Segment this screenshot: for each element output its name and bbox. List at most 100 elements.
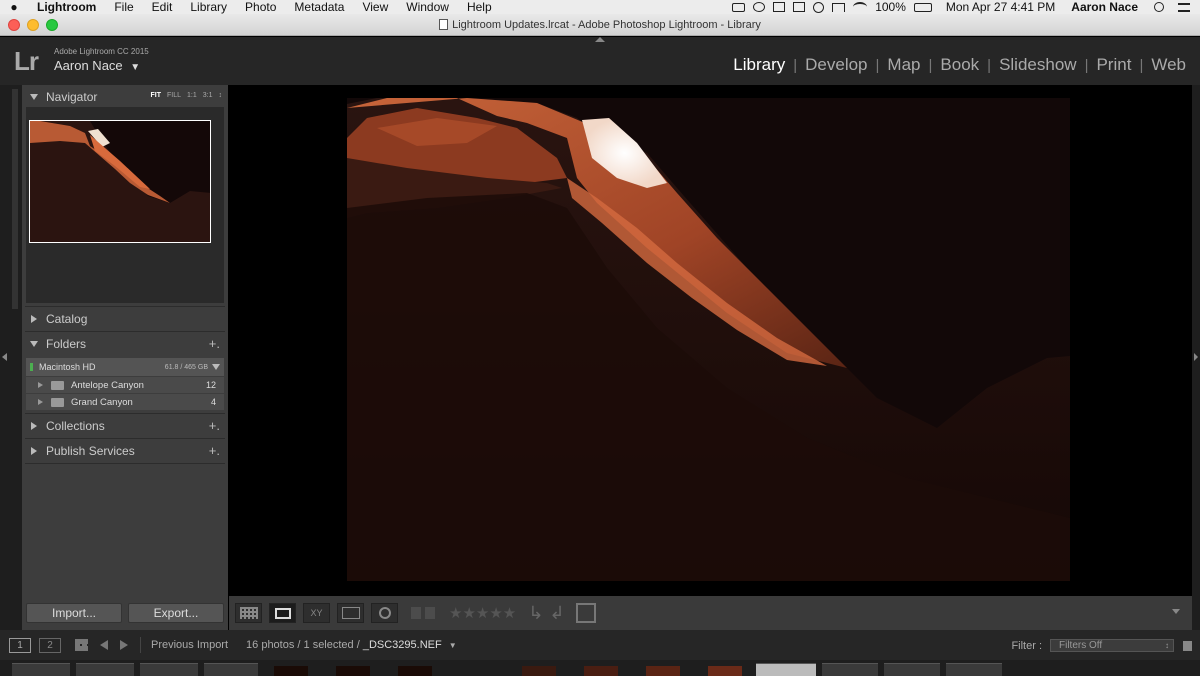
collapse-triangle-icon[interactable] — [31, 422, 37, 430]
folder-grand-canyon[interactable]: Grand Canyon 4 — [26, 393, 224, 410]
filmstrip-cell[interactable] — [884, 663, 940, 676]
left-panel-scrollbar[interactable] — [12, 89, 18, 309]
wifi-icon[interactable] — [853, 2, 868, 12]
filmstrip-thumbnail[interactable] — [584, 666, 618, 676]
collapse-triangle-icon[interactable] — [31, 315, 37, 323]
menu-file[interactable]: File — [105, 0, 142, 14]
menu-photo[interactable]: Photo — [236, 0, 285, 14]
folder-antelope-canyon[interactable]: Antelope Canyon 12 — [26, 376, 224, 393]
navigator-header[interactable]: Navigator FIT FILL 1:1 3:1 ↕ — [22, 85, 228, 109]
add-collection-icon[interactable]: +. — [209, 418, 220, 433]
back-arrow-icon[interactable] — [100, 640, 108, 650]
zoom-fit[interactable]: FIT — [151, 92, 162, 99]
reject-flag-icon[interactable] — [425, 607, 435, 619]
dropbox-icon[interactable] — [773, 2, 786, 12]
spotlight-search-icon[interactable] — [1154, 2, 1164, 12]
chevron-down-icon[interactable]: ▼ — [130, 62, 140, 73]
identity-plate-user[interactable]: Aaron Nace ▼ — [54, 58, 140, 73]
module-slideshow[interactable]: Slideshow — [991, 55, 1085, 75]
battery-icon[interactable] — [913, 2, 932, 12]
filmstrip-cell[interactable] — [140, 663, 198, 676]
expand-triangle-icon[interactable] — [30, 94, 38, 100]
rotate-left-icon[interactable]: ↳ — [528, 603, 543, 624]
screen-icon[interactable] — [793, 2, 806, 12]
module-develop[interactable]: Develop — [797, 55, 875, 75]
filmstrip-cell[interactable] — [204, 663, 258, 676]
zoom-fill[interactable]: FILL — [167, 92, 181, 99]
collections-header[interactable]: Collections +. — [22, 414, 228, 438]
grid-icon[interactable] — [75, 639, 88, 651]
filmstrip-status[interactable]: 16 photos / 1 selected / _DSC3295.NEF ▼ — [246, 639, 457, 651]
filmstrip-cell[interactable] — [12, 663, 70, 676]
main-photo[interactable] — [347, 98, 1070, 581]
module-book[interactable]: Book — [932, 55, 987, 75]
menubar-user[interactable]: Aaron Nace — [1071, 0, 1138, 14]
grid-view-button[interactable] — [235, 603, 262, 623]
menubar-clock[interactable]: Mon Apr 27 4:41 PM — [946, 0, 1055, 14]
filter-select[interactable]: Filters Off ↕ — [1050, 639, 1174, 652]
module-map[interactable]: Map — [879, 55, 928, 75]
chevron-down-icon[interactable] — [212, 364, 220, 370]
filmstrip-thumbnail[interactable] — [708, 666, 742, 676]
notification-center-icon[interactable] — [1178, 2, 1190, 12]
menu-library[interactable]: Library — [181, 0, 236, 14]
add-publish-service-icon[interactable]: +. — [209, 443, 220, 458]
close-window-button[interactable] — [8, 19, 20, 31]
filmstrip-source[interactable]: Previous Import — [151, 639, 228, 651]
zoom-stepper-icon[interactable]: ↕ — [219, 92, 223, 99]
folders-header[interactable]: Folders +. — [22, 332, 228, 356]
loupe-view-button[interactable] — [269, 603, 296, 623]
chevron-down-icon[interactable]: ▼ — [449, 641, 457, 650]
compare-view-button[interactable]: XY — [303, 603, 330, 623]
menu-help[interactable]: Help — [458, 0, 501, 14]
navigator-preview-image[interactable] — [29, 120, 211, 243]
filmstrip-thumbnail[interactable] — [522, 666, 556, 676]
filmstrip-thumbnail[interactable] — [646, 666, 680, 676]
catalog-header[interactable]: Catalog — [22, 307, 228, 331]
secondary-window-button[interactable]: 2 — [39, 637, 61, 653]
crop-overlay-icon[interactable] — [576, 603, 597, 623]
collapse-triangle-icon[interactable] — [31, 447, 37, 455]
time-machine-icon[interactable] — [813, 1, 825, 13]
zoom-3-1[interactable]: 3:1 — [203, 92, 213, 99]
menu-metadata[interactable]: Metadata — [285, 0, 353, 14]
add-folder-icon[interactable]: +. — [209, 336, 220, 351]
menu-window[interactable]: Window — [397, 0, 458, 14]
filmstrip-thumbnail[interactable] — [398, 666, 432, 676]
volume-macintosh-hd[interactable]: Macintosh HD 61.8 / 465 GB — [26, 358, 224, 376]
filmstrip-cell-selected[interactable] — [756, 663, 816, 676]
video-camera-icon[interactable] — [732, 2, 746, 12]
survey-view-button[interactable] — [337, 603, 364, 623]
menu-view[interactable]: View — [353, 0, 397, 14]
menu-edit[interactable]: Edit — [143, 0, 182, 14]
module-print[interactable]: Print — [1088, 55, 1139, 75]
forward-arrow-icon[interactable] — [120, 640, 128, 650]
menu-app-lightroom[interactable]: Lightroom — [28, 0, 105, 14]
rotate-right-icon[interactable]: ↲ — [549, 603, 564, 624]
top-panel-toggle-icon[interactable] — [595, 37, 605, 42]
module-library[interactable]: Library — [725, 55, 793, 75]
disclosure-triangle-icon[interactable] — [38, 382, 43, 388]
export-button[interactable]: Export... — [128, 603, 224, 623]
zoom-window-button[interactable] — [46, 19, 58, 31]
right-panel-toggle-icon[interactable] — [1194, 353, 1198, 361]
publish-services-header[interactable]: Publish Services +. — [22, 439, 228, 463]
zoom-1-1[interactable]: 1:1 — [187, 92, 197, 99]
primary-window-button[interactable]: 1 — [9, 637, 31, 653]
airplay-icon[interactable] — [832, 2, 846, 12]
minimize-window-button[interactable] — [27, 19, 39, 31]
filmstrip-cell[interactable] — [946, 663, 1002, 676]
apple-icon[interactable]: ● — [0, 0, 28, 14]
star-rating[interactable]: ★★★★★ — [449, 604, 516, 622]
import-button[interactable]: Import... — [26, 603, 122, 623]
pick-flag-icon[interactable] — [411, 607, 421, 619]
filter-lock-icon[interactable] — [1183, 641, 1192, 651]
toolbar-options-icon[interactable] — [1172, 609, 1180, 614]
people-view-button[interactable] — [371, 603, 398, 623]
module-web[interactable]: Web — [1143, 55, 1194, 75]
expand-triangle-icon[interactable] — [30, 341, 38, 347]
filmstrip-cell[interactable] — [822, 663, 878, 676]
filmstrip-cell[interactable] — [76, 663, 134, 676]
filmstrip-thumbnail[interactable] — [274, 666, 308, 676]
creative-cloud-icon[interactable] — [753, 2, 766, 12]
